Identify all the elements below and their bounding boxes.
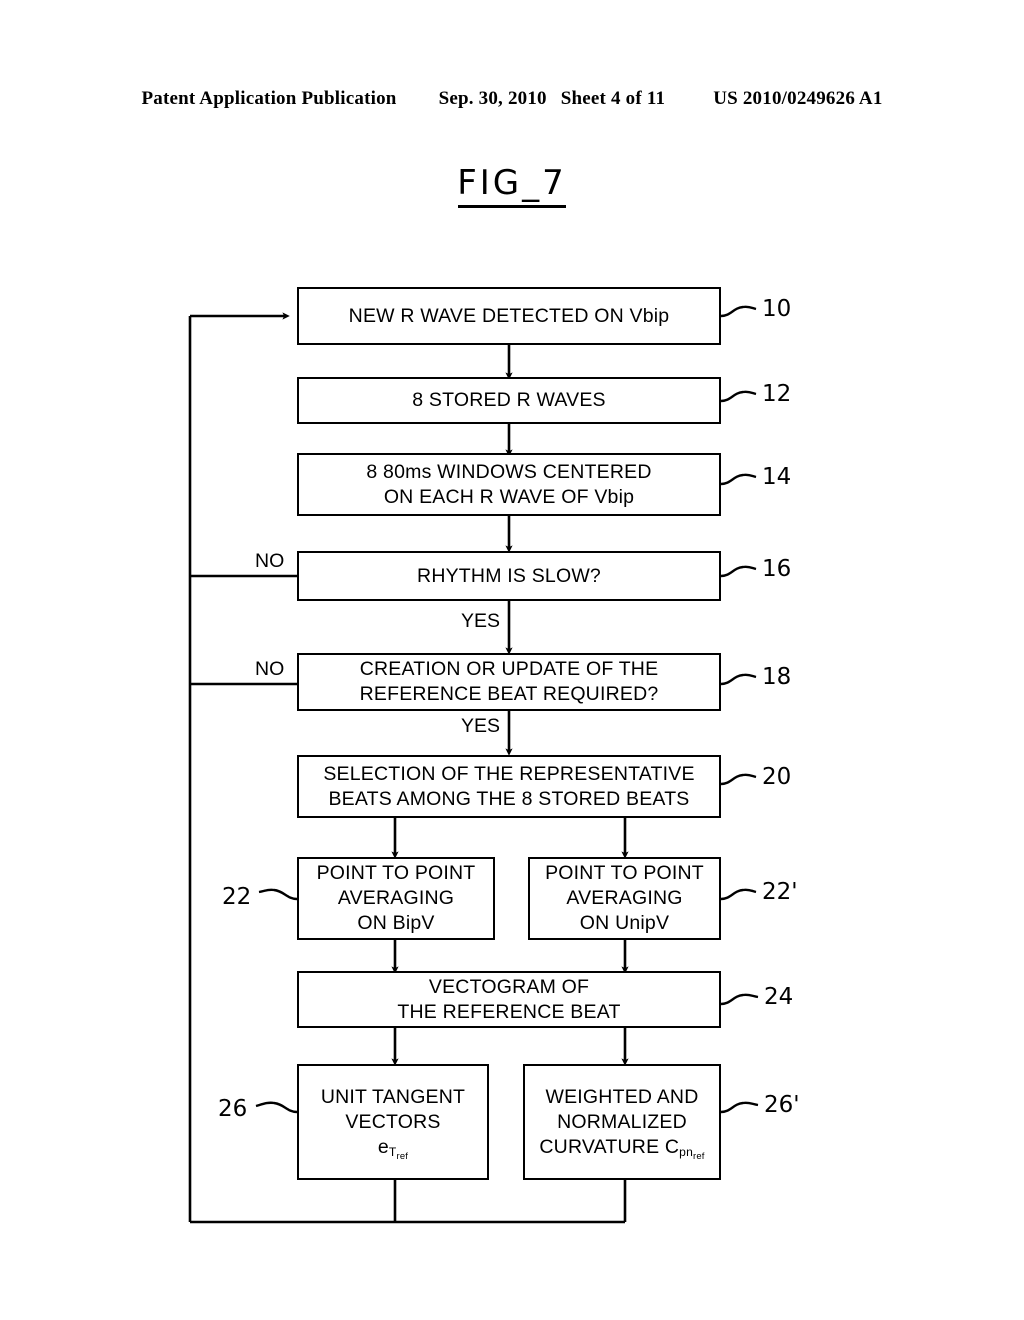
flow-node-line-1: UNIT TANGENT bbox=[320, 1085, 466, 1108]
flow-node-label: RHYTHM IS SLOW? bbox=[417, 564, 601, 587]
flow-node-line-1: POINT TO POINT bbox=[316, 862, 476, 884]
flow-node-selection-representative-beats[interactable]: SELECTION OF THE REPRESENTATIVE BEATS AM… bbox=[297, 755, 721, 818]
edge-label-no-reference-beat: NO bbox=[255, 658, 285, 680]
flow-node-weighted-normalized-curvature[interactable]: WEIGHTED AND NORMALIZED CURVATURE Cpnref bbox=[523, 1064, 721, 1180]
flow-node-line-2: AVERAGING bbox=[337, 887, 455, 909]
flow-node-8-stored-r-waves[interactable]: 8 STORED R WAVES bbox=[297, 377, 721, 424]
flow-node-line-1: VECTOGRAM OF bbox=[428, 975, 590, 998]
flow-node-label: WEIGHTED AND NORMALIZED CURVATURE Cpnref bbox=[533, 1085, 710, 1162]
flow-node-new-r-wave-detected[interactable]: NEW R WAVE DETECTED ON Vbip bbox=[297, 287, 721, 345]
flow-node-vectogram-reference-beat[interactable]: VECTOGRAM OF THE REFERENCE BEAT bbox=[297, 971, 721, 1028]
flow-node-label: 8 STORED R WAVES bbox=[412, 389, 606, 411]
flow-node-label: NEW R WAVE DETECTED ON Vbip bbox=[348, 304, 670, 327]
reference-number-18: 18 bbox=[762, 664, 792, 690]
flow-node-point-to-point-averaging-bipv[interactable]: POINT TO POINT AVERAGING ON BipV bbox=[297, 857, 495, 940]
reference-number-24: 24 bbox=[764, 984, 794, 1010]
reference-number-26-prime: 26' bbox=[764, 1092, 800, 1118]
flow-node-line-2: ON EACH R WAVE OF Vbip bbox=[383, 485, 635, 508]
flow-node-symbol-et-ref: eTref bbox=[377, 1135, 409, 1162]
flow-node-label: POINT TO POINT AVERAGING ON BipV bbox=[311, 861, 482, 936]
flow-node-line-2: REFERENCE BEAT REQUIRED? bbox=[359, 683, 659, 705]
flowchart-diagram: NEW R WAVE DETECTED ON Vbip 8 STORED R W… bbox=[0, 0, 1024, 1320]
flow-node-label: CREATION OR UPDATE OF THE REFERENCE BEAT… bbox=[354, 657, 665, 707]
flow-node-line-2: NORMALIZED bbox=[557, 1110, 687, 1133]
flow-node-line-2: AVERAGING bbox=[566, 887, 683, 909]
flow-node-label: POINT TO POINT AVERAGING ON UnipV bbox=[539, 861, 710, 936]
flow-node-line-2: THE REFERENCE BEAT bbox=[397, 1000, 621, 1023]
flow-node-rhythm-is-slow-decision[interactable]: RHYTHM IS SLOW? bbox=[297, 551, 721, 601]
flow-node-line-2: VECTORS bbox=[345, 1110, 441, 1133]
flow-node-line-3: ON BipV bbox=[357, 912, 435, 934]
flow-node-line-2: BEATS AMONG THE 8 STORED BEATS bbox=[328, 787, 690, 810]
flow-node-unit-tangent-vectors[interactable]: UNIT TANGENT VECTORS eTref bbox=[297, 1064, 489, 1180]
flow-node-symbol-cpn-ref: CURVATURE Cpnref bbox=[539, 1135, 705, 1162]
flow-node-line-1: SELECTION OF THE REPRESENTATIVE bbox=[323, 762, 695, 785]
reference-number-12: 12 bbox=[762, 381, 792, 407]
flow-node-label: UNIT TANGENT VECTORS eTref bbox=[315, 1085, 471, 1162]
edge-label-yes-reference-beat: YES bbox=[461, 715, 501, 737]
edge-label-no-rhythm: NO bbox=[255, 550, 285, 572]
reference-number-22-prime: 22' bbox=[762, 879, 798, 905]
flow-node-label: 8 80ms WINDOWS CENTERED ON EACH R WAVE O… bbox=[360, 460, 657, 510]
flow-node-reference-beat-required-decision[interactable]: CREATION OR UPDATE OF THE REFERENCE BEAT… bbox=[297, 653, 721, 711]
flow-node-line-1: CREATION OR UPDATE OF THE bbox=[359, 658, 659, 680]
reference-number-14: 14 bbox=[762, 464, 792, 490]
flow-node-label: SELECTION OF THE REPRESENTATIVE BEATS AM… bbox=[317, 762, 700, 812]
flow-node-point-to-point-averaging-unipv[interactable]: POINT TO POINT AVERAGING ON UnipV bbox=[528, 857, 721, 940]
flow-node-line-1: 8 80ms WINDOWS CENTERED bbox=[366, 460, 652, 483]
flow-node-label: VECTOGRAM OF THE REFERENCE BEAT bbox=[391, 975, 626, 1025]
edge-label-yes-rhythm: YES bbox=[461, 610, 501, 632]
flow-node-line-1: POINT TO POINT bbox=[545, 862, 704, 884]
flow-node-line-3: ON UnipV bbox=[579, 912, 670, 934]
reference-number-26: 26 bbox=[218, 1096, 248, 1122]
reference-number-16: 16 bbox=[762, 556, 792, 582]
flow-node-line-1: WEIGHTED AND bbox=[545, 1085, 699, 1108]
reference-number-20: 20 bbox=[762, 764, 792, 790]
reference-number-22: 22 bbox=[222, 884, 252, 910]
reference-number-10: 10 bbox=[762, 296, 792, 322]
flow-node-80ms-windows[interactable]: 8 80ms WINDOWS CENTERED ON EACH R WAVE O… bbox=[297, 453, 721, 516]
